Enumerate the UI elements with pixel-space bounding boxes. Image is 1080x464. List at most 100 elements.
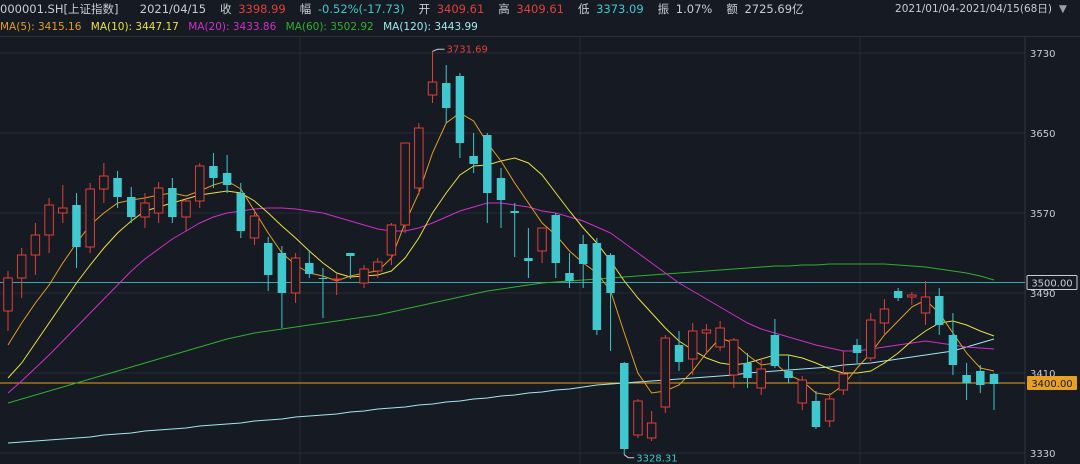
candle-body-down: [72, 205, 81, 247]
low-marker: [623, 454, 635, 459]
candle-body-down: [893, 291, 903, 298]
candle-body-down: [606, 255, 615, 293]
candle-body-down: [263, 243, 273, 275]
candle-body-up: [879, 308, 890, 324]
candle-body-down: [168, 188, 177, 217]
candle-body-down: [277, 253, 287, 293]
y-tick-label: 3490: [1030, 289, 1055, 300]
candle-body-down: [209, 166, 218, 178]
candle-body-up: [99, 175, 109, 190]
candle-body-down: [989, 374, 999, 384]
candle-body-up: [414, 127, 424, 189]
candle-body-up: [181, 200, 191, 218]
candle-body-down: [948, 335, 958, 365]
current-price-tag: 3400.00: [1027, 376, 1077, 390]
close-value: 3398.99: [238, 2, 286, 16]
high-annotation: 3731.69: [447, 44, 488, 55]
candle-body-down: [976, 371, 985, 385]
candle-body-down: [578, 244, 588, 264]
date-range-selector[interactable]: 2021/01/04-2021/04/15(68日) ▼: [895, 0, 1070, 19]
candle-body-down: [784, 371, 793, 378]
open-label: 开: [418, 2, 431, 16]
candle-body-up: [687, 330, 698, 360]
ma5-legend: MA(5): 3415.16: [0, 21, 82, 33]
change-label: 幅: [299, 2, 312, 16]
candle-body-down: [113, 178, 122, 197]
candlestick-chart[interactable]: 3731.693328.3137303650357034903410333035…: [0, 37, 1080, 464]
dropdown-triangle-icon[interactable]: ▼: [1059, 0, 1067, 19]
candle-body-up: [824, 398, 835, 422]
amount-label: 额: [726, 2, 738, 16]
candle-body-down: [770, 335, 780, 366]
ma10-legend: MA(10): 3447.17: [90, 21, 179, 33]
candle-body-down: [346, 253, 355, 256]
candle-body-up: [194, 165, 205, 202]
high-label: 高: [498, 2, 510, 16]
amount-value: 2725.69亿: [744, 2, 804, 16]
candle-body-down: [483, 135, 492, 193]
y-tick-label: 3330: [1030, 449, 1055, 460]
candle-body-up: [85, 188, 95, 248]
candle-body-up: [373, 261, 383, 272]
ma5-line: [7, 112, 995, 396]
candle-body-down: [743, 363, 752, 378]
candle-body-down: [318, 278, 328, 279]
high-marker: [432, 48, 445, 52]
candle-body-down: [236, 193, 246, 231]
candle-body-down: [551, 215, 561, 263]
candle-body-up: [140, 202, 150, 218]
candle-body-up: [920, 296, 931, 314]
candle-body-up: [400, 142, 410, 226]
candle-body-up: [756, 368, 766, 389]
ma20-legend: MA(20): 3433.86: [188, 21, 277, 33]
amplitude-value: 1.07%: [675, 2, 713, 16]
y-tick-label: 3570: [1030, 209, 1055, 220]
candle-body-down: [934, 296, 944, 325]
candle-body-up: [633, 400, 643, 436]
candle-body-down: [127, 197, 136, 217]
candle-body-down: [592, 243, 602, 330]
ref-price-tag: 3500.00: [1026, 275, 1078, 290]
ma120-line: [7, 338, 995, 444]
close-label: 收: [220, 2, 232, 16]
candle-body-down: [524, 258, 533, 261]
open-value: 3409.61: [436, 2, 485, 16]
candle-body-up: [386, 224, 397, 256]
low-label: 低: [577, 2, 590, 16]
candle-body-up: [44, 204, 54, 236]
candle-body-down: [455, 76, 465, 143]
ma-legend: MA(5): 3415.16 MA(10): 3447.17 MA(20): 3…: [0, 19, 1080, 37]
candle-body-up: [866, 319, 876, 359]
index-code: 000001.SH[上证指数]: [0, 2, 119, 16]
candle-body-up: [30, 234, 41, 256]
candle-body-down: [962, 375, 971, 383]
y-tick-label: 3650: [1030, 129, 1055, 140]
low-value: 3373.09: [596, 2, 644, 16]
candle-body-up: [58, 207, 68, 214]
quote-header: 000001.SH[上证指数] 2021/04/15 收 3398.99 幅 -…: [0, 0, 1080, 19]
ma120-legend: MA(120): 3443.99: [383, 21, 478, 33]
candle-body-down: [496, 178, 506, 200]
candle-body-up: [249, 215, 260, 239]
candle-body-up: [797, 379, 808, 404]
current-price-tag-text: 3400.00: [1031, 379, 1072, 390]
candle-body-up: [537, 227, 547, 252]
candle-body-up: [907, 294, 917, 298]
candle-body-down: [811, 401, 821, 427]
low-annotation: 3328.31: [636, 454, 677, 464]
candle-body-down: [441, 83, 451, 108]
candle-body-up: [715, 327, 725, 348]
candle-body-down: [469, 156, 478, 164]
candle-body-up: [646, 422, 657, 439]
candle-body-up: [660, 337, 671, 408]
candle-body-up: [729, 339, 739, 376]
candle-body-up: [16, 254, 27, 279]
quote-date: 2021/04/15: [139, 2, 207, 16]
candle-body-up: [331, 278, 342, 281]
candle-body-down: [565, 273, 574, 281]
high-value: 3409.61: [516, 2, 564, 16]
change-value: -0.52%(-17.73): [317, 2, 405, 16]
candle-body-up: [838, 373, 849, 391]
ref-price-tag-text: 3500.00: [1031, 279, 1072, 290]
amplitude-label: 振: [657, 2, 670, 16]
